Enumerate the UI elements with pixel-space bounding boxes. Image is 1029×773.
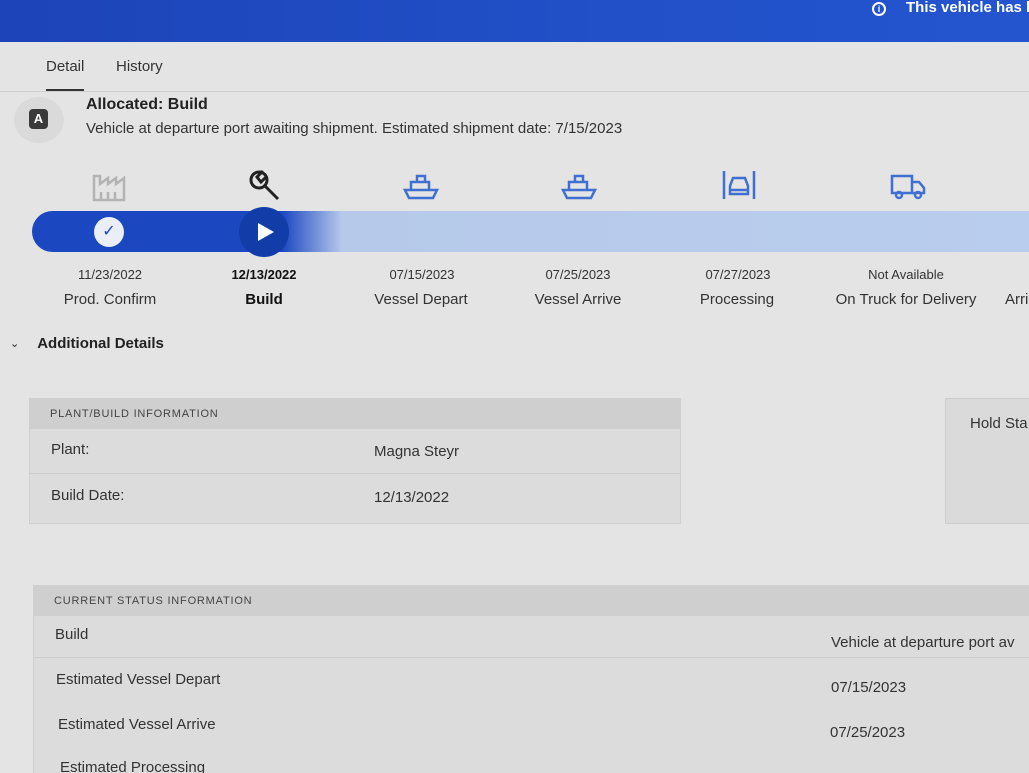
step-label: Vessel Depart: [374, 291, 468, 308]
order-progress-bar: [32, 211, 1029, 252]
status-badge-letter: A: [29, 109, 48, 129]
checkmark-icon: ✓: [94, 217, 124, 247]
tab-detail[interactable]: Detail: [46, 58, 85, 91]
status-badge: A: [14, 97, 64, 143]
status-row-label: Estimated Vessel Depart: [56, 671, 221, 688]
vehicle-notice-text: This vehicle has l: [906, 0, 1029, 16]
step-date: 07/15/2023: [389, 267, 455, 282]
vehicle-notice[interactable]: i This vehicle has l: [872, 0, 1029, 16]
hold-status-panel: Hold Sta: [945, 398, 1029, 524]
row-divider: [33, 657, 1029, 658]
step-label: Arri: [1005, 291, 1029, 308]
truck-icon: [888, 168, 928, 202]
step-label: Vessel Arrive: [534, 291, 622, 308]
current-step-play-icon: [239, 207, 289, 257]
additional-details-label: Additional Details: [37, 335, 164, 352]
status-row-label: Build: [55, 626, 89, 643]
step-date: 11/23/2022: [77, 267, 143, 282]
plant-value: Magna Steyr: [374, 443, 460, 460]
plant-build-panel: PLANT/BUILD INFORMATION: [29, 398, 681, 524]
wrench-icon: [244, 168, 284, 202]
additional-details-toggle[interactable]: ⌄ Additional Details: [10, 335, 164, 352]
plant-label: Plant:: [51, 441, 90, 458]
allocation-title: Allocated: Build: [86, 96, 208, 113]
chevron-down-icon: ⌄: [10, 338, 20, 350]
status-row-label: Estimated Vessel Arrive: [58, 716, 216, 733]
factory-icon: [90, 168, 130, 202]
build-date-value: 12/13/2022: [374, 489, 450, 506]
detail-tabs: Detail History: [0, 42, 1029, 92]
panel-header: CURRENT STATUS INFORMATION: [34, 586, 1029, 616]
hold-status-label: Hold Sta: [970, 415, 1028, 432]
step-label: On Truck for Delivery: [835, 291, 977, 308]
build-date-label: Build Date:: [51, 487, 125, 504]
tab-history[interactable]: History: [116, 58, 163, 89]
status-row-value: 07/15/2023: [831, 679, 907, 696]
ship-icon-depart: [401, 168, 441, 202]
status-row-value: 07/25/2023: [830, 724, 906, 741]
row-divider: [29, 473, 681, 474]
status-row-value: Vehicle at departure port av: [831, 634, 1015, 651]
ship-icon-arrive: [559, 168, 599, 202]
step-label: Build: [245, 291, 283, 308]
step-date: 07/27/2023: [705, 267, 771, 282]
info-icon: i: [872, 2, 886, 16]
processing-icon: [719, 168, 759, 202]
status-row-label: Estimated Processing: [60, 759, 206, 773]
panel-header: PLANT/BUILD INFORMATION: [30, 399, 680, 429]
step-label: Processing: [699, 291, 775, 308]
allocation-description: Vehicle at departure port awaiting shipm…: [86, 120, 623, 137]
step-label: Prod. Confirm: [63, 291, 157, 308]
top-banner: i This vehicle has l: [0, 0, 1029, 42]
step-date: Not Available: [868, 267, 944, 282]
step-date: 12/13/2022: [231, 267, 297, 282]
step-date: 07/25/2023: [545, 267, 611, 282]
